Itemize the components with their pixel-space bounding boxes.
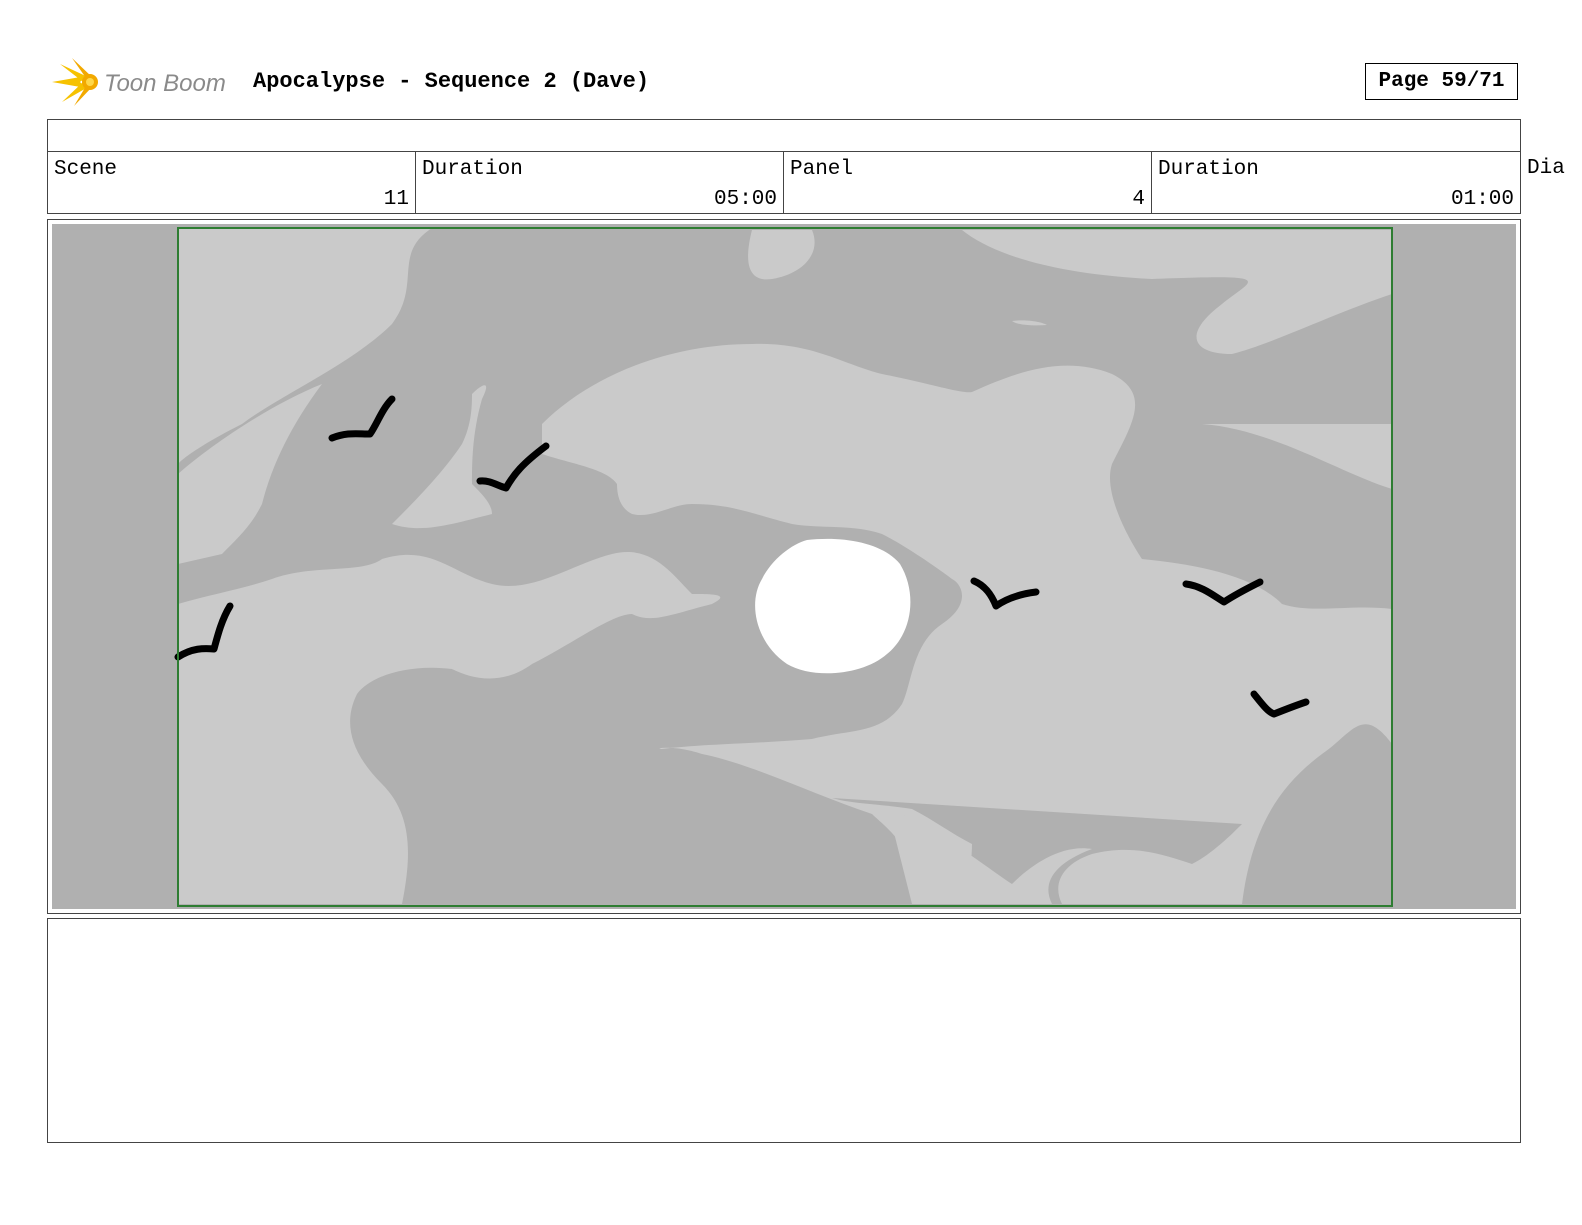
storyboard-panel: [47, 219, 1521, 914]
panel-duration-label: Duration: [1158, 158, 1259, 181]
scene-duration-label: Duration: [422, 158, 523, 181]
toon-boom-logo: Toon Boom: [50, 56, 240, 108]
scene-value: 11: [383, 188, 409, 211]
panel-cell: Panel 4: [784, 152, 1152, 213]
sun-icon: [755, 538, 911, 674]
panel-info-row: Scene 11 Duration 05:00 Panel 4 Duration…: [47, 151, 1521, 214]
logo-wordmark: Toon Boom: [104, 70, 226, 97]
notes-area: [47, 918, 1521, 1143]
page-indicator: Page 59/71: [1365, 63, 1518, 100]
panel-duration-value: 01:00: [1450, 188, 1514, 211]
panel-value: 4: [1132, 188, 1145, 211]
panel-duration-cell: Duration 01:00: [1152, 152, 1520, 213]
scene-duration-value: 05:00: [713, 188, 777, 211]
scene-label: Scene: [54, 158, 118, 181]
panel-drawing: [52, 224, 1516, 909]
sheet-header-row: [47, 119, 1521, 152]
scene-cell: Scene 11: [48, 152, 416, 213]
document-title: Apocalypse - Sequence 2 (Dave): [253, 69, 650, 94]
dialogue-label: Dia: [1527, 157, 1565, 180]
panel-label: Panel: [790, 158, 854, 181]
scene-duration-cell: Duration 05:00: [416, 152, 784, 213]
logo-star-icon: [52, 58, 98, 106]
